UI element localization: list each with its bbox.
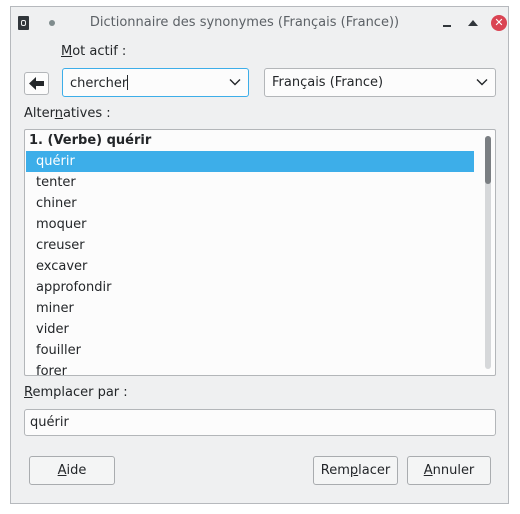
current-word-label-rest: ot actif : <box>72 44 127 59</box>
replace-with-value: quérir <box>30 415 69 430</box>
language-select[interactable]: Français (France) <box>264 68 496 97</box>
list-item[interactable]: forer <box>26 361 474 375</box>
list-group-header[interactable]: 1. (Verbe) quérir <box>26 130 474 151</box>
language-select-value: Français (France) <box>272 75 384 90</box>
chevron-down-icon[interactable] <box>475 75 489 89</box>
thesaurus-dialog: Dictionnaire des synonymes (Français (Fr… <box>10 6 509 504</box>
close-icon[interactable]: ✕ <box>491 15 507 31</box>
alternatives-scrollbar[interactable] <box>485 136 491 369</box>
current-word-label: Mot actif : <box>61 44 126 59</box>
app-icon[interactable] <box>18 16 29 30</box>
replace-button-end: lacer <box>358 463 391 478</box>
scrollbar-thumb[interactable] <box>485 136 491 184</box>
title-bar: Dictionnaire des synonymes (Français (Fr… <box>11 7 508 39</box>
replace-button-accel: p <box>349 463 359 478</box>
minimize-icon[interactable] <box>440 16 454 30</box>
help-button[interactable]: Aide <box>29 456 115 485</box>
alternatives-label-accel: n <box>54 106 63 121</box>
replace-button[interactable]: Remplacer <box>313 456 398 485</box>
replace-with-input[interactable]: quérir <box>24 409 496 436</box>
list-item[interactable]: creuser <box>26 235 474 256</box>
alternatives-label-start: Alter <box>24 106 55 121</box>
alternatives-label: Alternatives : <box>24 106 111 121</box>
list-item[interactable]: excaver <box>26 256 474 277</box>
list-item[interactable]: tenter <box>26 172 474 193</box>
replace-with-label: Remplacer par : <box>24 385 128 400</box>
list-item[interactable]: moquer <box>26 214 474 235</box>
list-item[interactable]: approfondir <box>26 277 474 298</box>
maximize-icon[interactable] <box>466 16 480 30</box>
replace-with-label-rest: emplacer par : <box>32 385 128 400</box>
list-item[interactable]: fouiller <box>26 340 474 361</box>
help-button-rest: ide <box>66 463 87 478</box>
current-word-label-accel: M <box>61 44 73 59</box>
current-word-input[interactable]: chercher <box>70 75 129 91</box>
help-button-accel: A <box>57 463 67 478</box>
current-word-value: chercher <box>70 76 128 91</box>
cancel-button-accel: A <box>423 463 433 478</box>
alternatives-list[interactable]: 1. (Verbe) quérir quérir tenter chiner moque… <box>24 129 496 376</box>
back-button[interactable] <box>24 72 49 95</box>
alternatives-label-end: atives : <box>62 106 111 121</box>
text-cursor <box>127 75 129 90</box>
window-title: Dictionnaire des synonymes (Français (Fr… <box>89 15 400 30</box>
cancel-button-rest: nnuler <box>432 463 475 478</box>
replace-button-start: Rem <box>320 463 350 478</box>
list-item[interactable]: quérir <box>26 151 474 172</box>
arrow-left-icon <box>29 77 44 90</box>
list-item[interactable]: miner <box>26 298 474 319</box>
list-item[interactable]: vider <box>26 319 474 340</box>
pin-icon[interactable] <box>49 20 55 26</box>
current-word-combobox[interactable]: chercher <box>62 68 249 97</box>
list-item[interactable]: chiner <box>26 193 474 214</box>
chevron-down-icon[interactable] <box>228 75 242 89</box>
cancel-button[interactable]: Annuler <box>407 456 491 485</box>
